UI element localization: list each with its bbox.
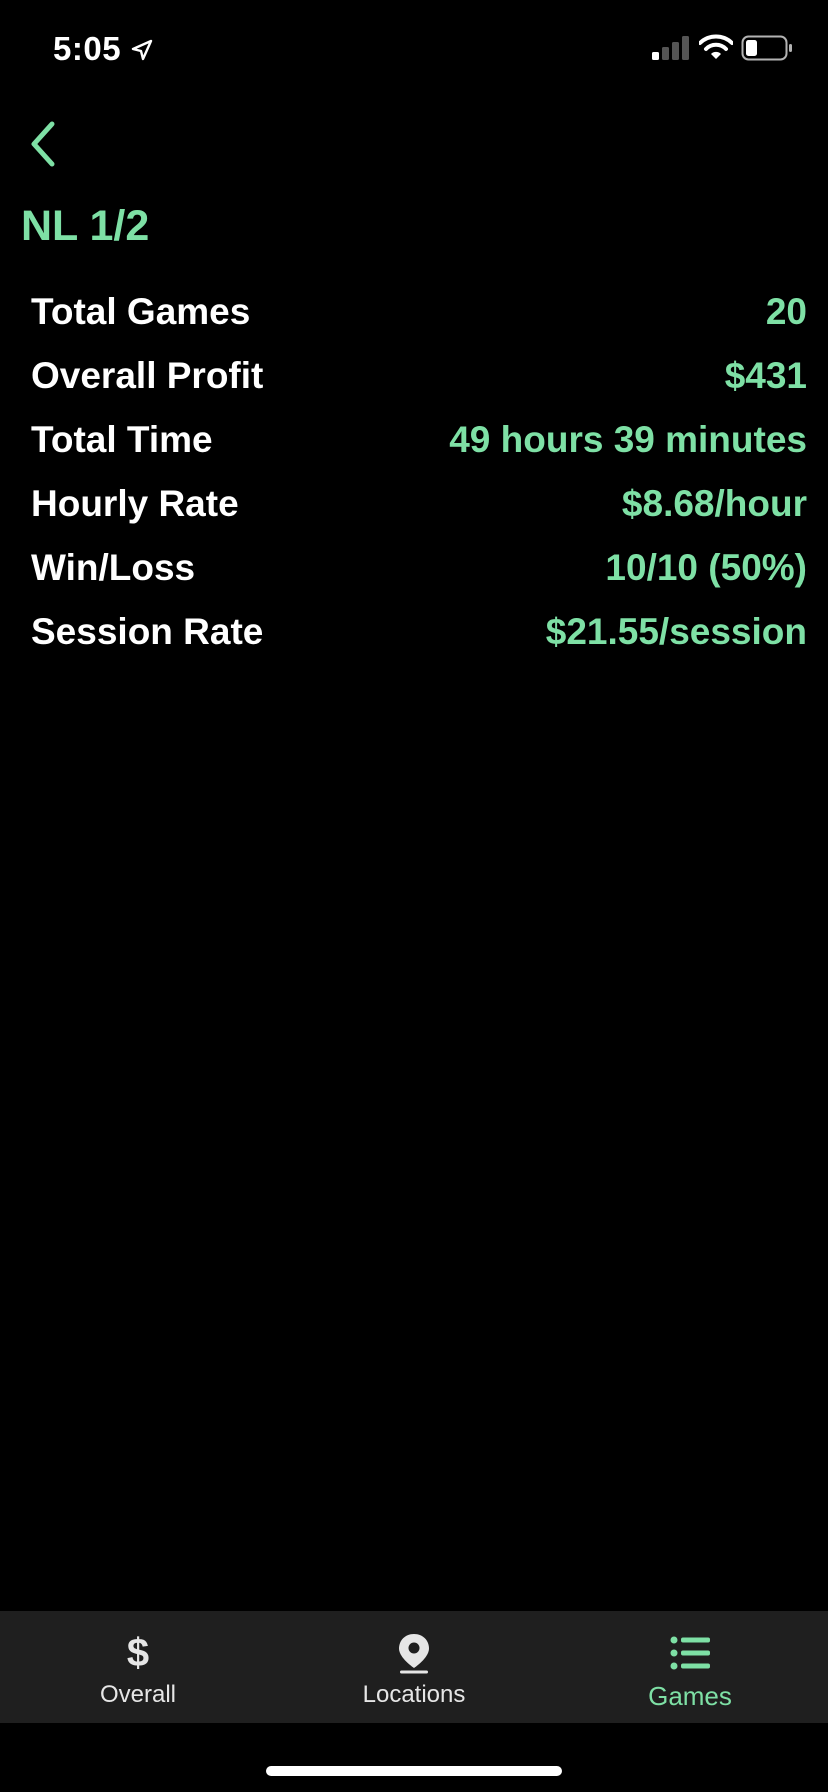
stat-label: Total Games	[31, 291, 251, 332]
chevron-left-icon	[31, 121, 55, 167]
stat-label: Total Time	[31, 419, 213, 460]
stat-value: 10/10 (50%)	[605, 547, 807, 588]
wifi-icon	[699, 34, 733, 59]
stat-label: Hourly Rate	[31, 483, 239, 524]
location-arrow-icon	[131, 39, 153, 61]
tab-locations[interactable]: Locations	[276, 1611, 552, 1723]
tab-bar: $ Overall Locations Games	[0, 1611, 828, 1723]
page-title: NL 1/2	[21, 202, 150, 250]
tab-label: Overall	[99, 1681, 177, 1708]
stat-row-hourly-rate: Hourly Rate $8.68/hour	[31, 472, 807, 536]
stat-value: $8.68/hour	[621, 483, 807, 524]
stat-value: $21.55/session	[545, 611, 807, 652]
battery-icon	[741, 35, 792, 61]
dollar-icon: $	[126, 1631, 150, 1675]
stat-label: Overall Profit	[31, 355, 264, 396]
stat-row-session-rate: Session Rate $21.55/session	[31, 600, 807, 664]
list-icon	[668, 1631, 712, 1675]
stat-row-win-loss: Win/Loss 10/10 (50%)	[31, 536, 807, 600]
tab-label: Games	[648, 1681, 732, 1711]
stat-row-overall-profit: Overall Profit $431	[31, 344, 807, 408]
tab-overall[interactable]: $ Overall	[0, 1611, 276, 1723]
stats-list: Total Games 20 Overall Profit $431 Total…	[31, 280, 807, 664]
map-pin-icon	[392, 1631, 436, 1675]
home-indicator[interactable]	[266, 1766, 562, 1776]
back-button[interactable]	[26, 118, 66, 170]
stat-value: $431	[724, 355, 807, 396]
status-time: 5:05	[53, 30, 122, 67]
screen: 5:05 NL 1/2 Total Games 20 Overall Profi…	[0, 0, 828, 1792]
tab-games[interactable]: Games	[552, 1611, 828, 1723]
stat-row-total-games: Total Games 20	[31, 280, 807, 344]
stat-value: 20	[765, 291, 807, 332]
stat-label: Win/Loss	[31, 547, 196, 588]
stat-row-total-time: Total Time 49 hours 39 minutes	[31, 408, 807, 472]
tab-label: Locations	[362, 1681, 466, 1708]
cellular-signal-icon	[652, 36, 689, 60]
stat-label: Session Rate	[31, 611, 264, 652]
status-bar: 5:05	[0, 0, 828, 100]
stat-value: 49 hours 39 minutes	[449, 419, 807, 460]
